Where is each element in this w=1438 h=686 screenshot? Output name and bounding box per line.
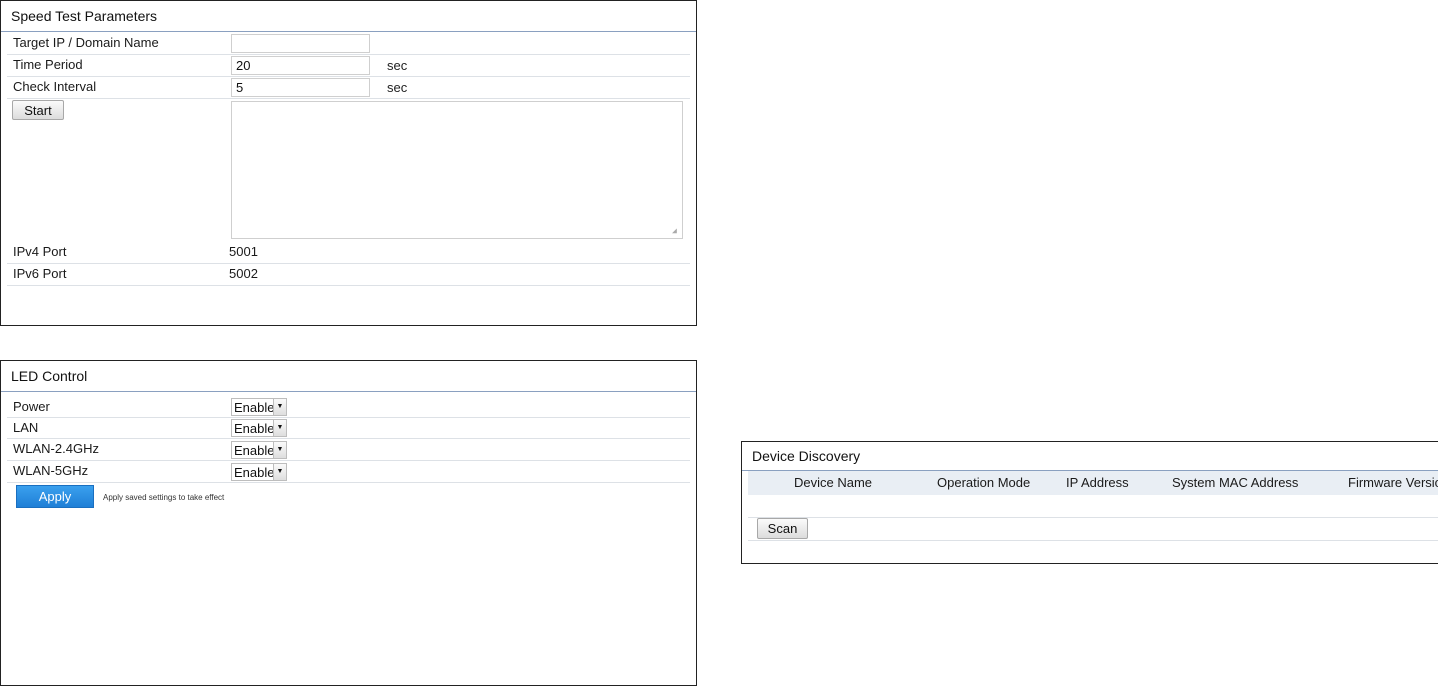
- led-select-power-value: Enable: [234, 400, 275, 415]
- led-label-power: Power: [13, 399, 50, 414]
- ipv6-port-label: IPv6 Port: [13, 266, 67, 281]
- column-device-name: Device Name: [794, 475, 873, 490]
- led-select-wlan5-value: Enable: [234, 465, 275, 480]
- check-interval-input[interactable]: [231, 78, 370, 97]
- led-row-lan: LAN: [7, 417, 690, 439]
- chevron-down-icon[interactable]: ▼: [273, 399, 286, 415]
- led-row-wlan5: WLAN-5GHz: [7, 460, 690, 483]
- led-row-power: Power: [7, 396, 690, 418]
- led-select-power[interactable]: Enable ▼: [231, 398, 287, 416]
- ipv4-port-value: 5001: [229, 244, 258, 259]
- device-table-empty-row: [748, 495, 1438, 518]
- ipv4-port-row: IPv4 Port 5001: [7, 241, 690, 264]
- chevron-down-icon[interactable]: ▼: [273, 464, 286, 480]
- ipv6-port-value: 5002: [229, 266, 258, 281]
- speed-test-panel: Speed Test Parameters Target IP / Domain…: [0, 0, 697, 326]
- led-row-wlan24: WLAN-2.4GHz: [7, 438, 690, 461]
- column-firmware-version: Firmware Versio: [1348, 475, 1438, 490]
- led-control-title: LED Control: [1, 361, 696, 392]
- ipv6-port-row: IPv6 Port 5002: [7, 263, 690, 286]
- ipv4-port-label: IPv4 Port: [13, 244, 67, 259]
- chevron-down-icon[interactable]: ▼: [273, 442, 286, 458]
- device-table-header: Device Name Operation Mode IP Address Sy…: [748, 471, 1438, 495]
- led-select-lan-value: Enable: [234, 421, 275, 436]
- chevron-down-icon[interactable]: ▼: [273, 420, 286, 436]
- led-label-lan: LAN: [13, 420, 39, 435]
- device-discovery-title: Device Discovery: [742, 442, 1438, 471]
- column-mac-address: System MAC Address: [1172, 475, 1299, 490]
- led-control-panel: LED Control Power Enable ▼ LAN Enable ▼ …: [0, 360, 697, 686]
- led-select-wlan24[interactable]: Enable ▼: [231, 441, 287, 459]
- apply-hint: Apply saved settings to take effect: [103, 493, 225, 502]
- time-period-input[interactable]: [231, 56, 370, 75]
- device-discovery-panel: Device Discovery Device Name Operation M…: [741, 441, 1438, 564]
- led-select-lan[interactable]: Enable ▼: [231, 419, 287, 437]
- apply-button[interactable]: Apply: [16, 485, 94, 508]
- check-interval-unit: sec: [387, 80, 408, 95]
- target-ip-input[interactable]: [231, 34, 370, 53]
- speed-test-title: Speed Test Parameters: [1, 1, 696, 32]
- time-period-label: Time Period: [13, 57, 83, 72]
- target-ip-label: Target IP / Domain Name: [13, 35, 159, 50]
- scan-button[interactable]: Scan: [757, 518, 808, 539]
- time-period-unit: sec: [387, 58, 408, 73]
- start-button[interactable]: Start: [12, 100, 64, 120]
- check-interval-label: Check Interval: [13, 79, 97, 94]
- speed-test-output[interactable]: ◢: [231, 101, 683, 239]
- led-select-wlan24-value: Enable: [234, 443, 275, 458]
- led-select-wlan5[interactable]: Enable ▼: [231, 463, 287, 481]
- column-ip-address: IP Address: [1066, 475, 1129, 490]
- led-label-wlan5: WLAN-5GHz: [13, 463, 89, 478]
- scan-row-divider: [748, 539, 1438, 541]
- column-operation-mode: Operation Mode: [937, 475, 1031, 490]
- led-label-wlan24: WLAN-2.4GHz: [13, 441, 99, 456]
- resize-grip-icon[interactable]: ◢: [672, 228, 680, 236]
